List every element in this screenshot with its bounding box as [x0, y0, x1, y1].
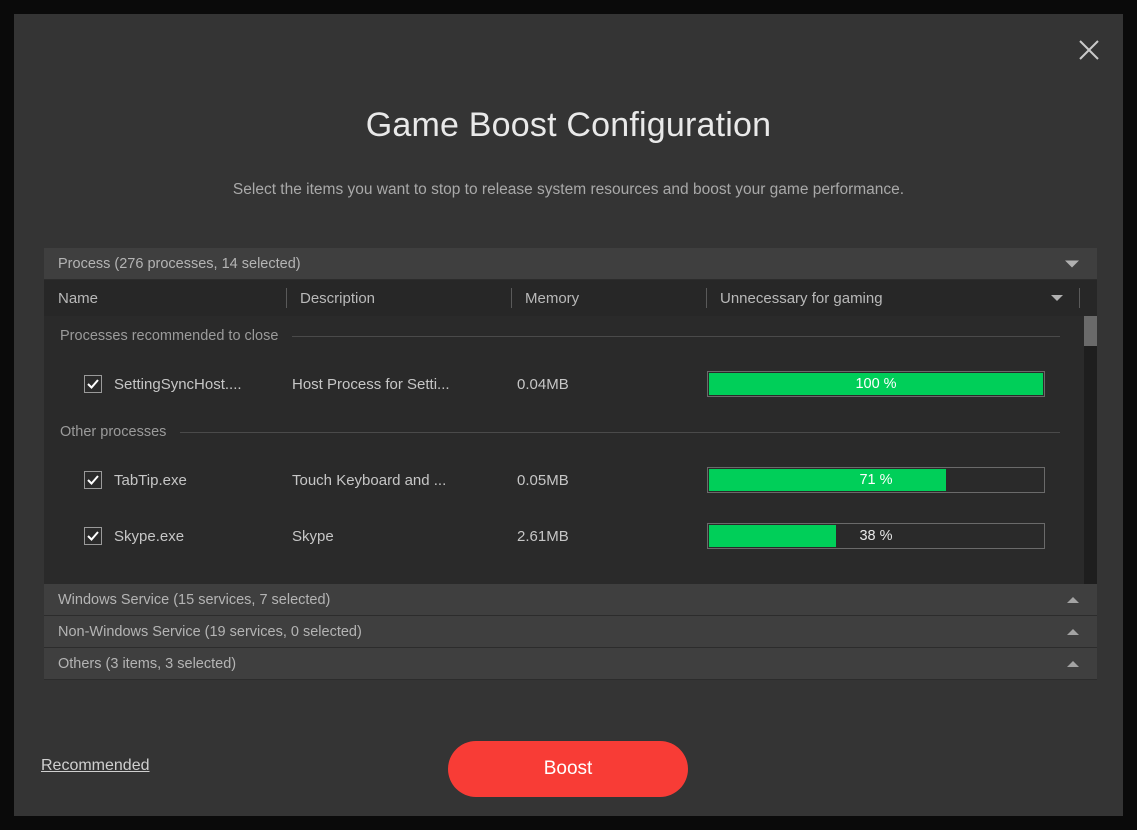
- accordion-header-windows-service[interactable]: Windows Service (15 services, 7 selected…: [44, 584, 1097, 616]
- group-divider: [180, 431, 1060, 433]
- process-list: Processes recommended to close SettingSy…: [44, 316, 1097, 584]
- row-name: TabTip.exe: [114, 471, 187, 489]
- column-header-name[interactable]: Name: [44, 280, 286, 316]
- list-scrollbar[interactable]: [1084, 316, 1097, 584]
- table-row[interactable]: Skype.exe Skype 2.61MB 38 %: [44, 508, 1076, 564]
- row-checkbox[interactable]: [84, 471, 102, 489]
- accordion-label-process: Process (276 processes, 14 selected): [58, 255, 301, 272]
- group-label-other: Other processes: [44, 412, 1076, 452]
- page-subtitle: Select the items you want to stop to rel…: [232, 181, 905, 198]
- row-name: Skype.exe: [114, 527, 185, 545]
- page-title: Game Boost Configuration: [365, 106, 772, 144]
- group-divider: [292, 335, 1060, 337]
- row-memory: 2.61MB: [517, 527, 569, 545]
- boost-items-panel: Process (276 processes, 14 selected) Nam…: [44, 248, 1097, 708]
- column-divider: [1079, 288, 1080, 308]
- row-checkbox[interactable]: [84, 375, 102, 393]
- row-description: Touch Keyboard and ...: [292, 471, 447, 489]
- group-label-text: Other processes: [60, 424, 167, 440]
- accordion-label-others: Others (3 items, 3 selected): [58, 655, 237, 672]
- dialog-footer: Recommended Boost: [14, 724, 1123, 816]
- game-boost-window: Game Boost Configuration Select the item…: [0, 0, 1137, 830]
- unnecessary-bar-label: 71 %: [859, 472, 893, 488]
- unnecessary-bar: 71 %: [707, 467, 1045, 493]
- column-header-description[interactable]: Description: [286, 280, 511, 316]
- column-header-unnecessary[interactable]: Unnecessary for gaming: [706, 280, 1076, 316]
- game-boost-dialog: Game Boost Configuration Select the item…: [14, 14, 1123, 816]
- group-label-text: Processes recommended to close: [60, 328, 279, 344]
- accordion-header-process[interactable]: Process (276 processes, 14 selected): [44, 248, 1097, 280]
- accordion-header-non-windows-service[interactable]: Non-Windows Service (19 services, 0 sele…: [44, 616, 1097, 648]
- row-name: SettingSyncHost....: [114, 375, 242, 393]
- boost-button[interactable]: Boost: [448, 741, 688, 797]
- row-memory: 0.04MB: [517, 375, 569, 393]
- group-label-recommended: Processes recommended to close: [44, 316, 1076, 356]
- list-scrollbar-thumb[interactable]: [1084, 316, 1097, 346]
- unnecessary-bar: 38 %: [707, 523, 1045, 549]
- accordion-header-others[interactable]: Others (3 items, 3 selected): [44, 648, 1097, 680]
- column-header-memory[interactable]: Memory: [511, 280, 706, 316]
- chevron-up-icon: [1067, 596, 1079, 603]
- table-row[interactable]: SettingSyncHost.... Host Process for Set…: [44, 356, 1076, 412]
- row-description: Skype: [292, 527, 334, 545]
- unnecessary-bar: 100 %: [707, 371, 1045, 397]
- process-list-inner: Processes recommended to close SettingSy…: [44, 316, 1076, 564]
- chevron-up-icon: [1067, 628, 1079, 635]
- table-column-header: Name Description Memory Unnecessary for …: [44, 280, 1097, 316]
- unnecessary-bar-label: 100 %: [855, 376, 897, 392]
- row-memory: 0.05MB: [517, 471, 569, 489]
- chevron-down-icon: [1065, 260, 1079, 267]
- table-row[interactable]: TabTip.exe Touch Keyboard and ... 0.05MB…: [44, 452, 1076, 508]
- recommended-link[interactable]: Recommended: [41, 757, 150, 775]
- accordion-label-windows-service: Windows Service (15 services, 7 selected…: [58, 591, 331, 608]
- row-checkbox[interactable]: [84, 527, 102, 545]
- row-description: Host Process for Setti...: [292, 375, 450, 393]
- chevron-down-icon[interactable]: [1051, 295, 1063, 301]
- close-icon[interactable]: [1069, 30, 1109, 70]
- unnecessary-bar-label: 38 %: [859, 528, 893, 544]
- accordion-label-non-windows-service: Non-Windows Service (19 services, 0 sele…: [58, 623, 362, 640]
- chevron-up-icon: [1067, 660, 1079, 667]
